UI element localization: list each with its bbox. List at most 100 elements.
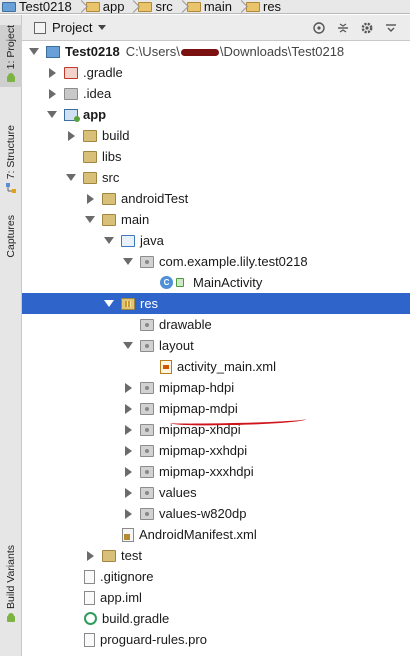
chevron-down-icon[interactable] — [46, 109, 58, 121]
tab-structure[interactable]: 7: Structure — [0, 125, 22, 195]
tree-row[interactable]: proguard-rules.pro — [22, 629, 410, 650]
chevron-right-icon[interactable] — [122, 466, 134, 478]
folder-icon — [140, 507, 154, 520]
folder-icon — [64, 87, 78, 100]
chevron-right-icon[interactable] — [122, 487, 134, 499]
tree-label: Test0218 — [65, 44, 120, 59]
scroll-from-source-button[interactable] — [310, 19, 328, 37]
chevron-right-icon[interactable] — [46, 67, 58, 79]
chevron-right-icon[interactable] — [84, 193, 96, 205]
redaction-mark — [180, 49, 219, 57]
tree-row[interactable]: AndroidManifest.xml — [22, 524, 410, 545]
project-folder-icon — [2, 1, 16, 12]
chevron-right-icon — [76, 0, 84, 13]
project-view-icon — [34, 21, 46, 34]
chevron-right-icon[interactable] — [122, 403, 134, 415]
project-tree: Test0218 C:\Users\ \Downloads\Test0218 .g… — [22, 41, 410, 656]
tree-row[interactable]: com.example.lily.test0218 — [22, 251, 410, 272]
chevron-right-icon[interactable] — [122, 382, 134, 394]
chevron-down-icon[interactable] — [122, 256, 134, 268]
tree-row[interactable]: app — [22, 104, 410, 125]
hide-button[interactable] — [382, 19, 400, 37]
chevron-down-icon[interactable] — [122, 340, 134, 352]
breadcrumb-item-app[interactable]: app — [84, 0, 129, 13]
source-folder-icon — [121, 234, 135, 247]
tab-captures[interactable]: Captures — [0, 215, 22, 285]
folder-icon — [102, 213, 116, 226]
tree-row[interactable]: mipmap-mdpi — [22, 398, 410, 419]
tree-row[interactable]: .gitignore — [22, 566, 410, 587]
view-selector[interactable]: Project — [30, 18, 110, 38]
tree-row[interactable]: src — [22, 167, 410, 188]
tab-build-variants[interactable]: Build Variants — [0, 545, 22, 641]
android-icon — [7, 73, 15, 83]
tab-project[interactable]: 1: Project — [0, 25, 22, 87]
folder-icon — [140, 381, 154, 394]
folder-icon — [83, 171, 97, 184]
tree-row-root[interactable]: Test0218 C:\Users\ \Downloads\Test0218 — [22, 41, 410, 62]
tree-row[interactable]: layout — [22, 335, 410, 356]
resource-folder-icon — [121, 297, 135, 310]
chevron-right-icon[interactable] — [46, 88, 58, 100]
tree-row[interactable]: app.iml — [22, 587, 410, 608]
tree-label: libs — [102, 149, 122, 164]
chevron-down-icon[interactable] — [84, 214, 96, 226]
tree-label: .gradle — [83, 65, 123, 80]
chevron-right-icon[interactable] — [122, 424, 134, 436]
breadcrumb-item-main[interactable]: main — [185, 0, 236, 13]
breadcrumb: Test0218 app src main res — [0, 0, 410, 14]
tab-captures-label: Captures — [5, 215, 17, 258]
tree-row[interactable]: build.gradle — [22, 608, 410, 629]
folder-icon — [186, 1, 201, 12]
tree-row[interactable]: drawable — [22, 314, 410, 335]
breadcrumb-item-project[interactable]: Test0218 — [0, 0, 76, 13]
xml-file-icon — [160, 359, 172, 374]
tree-label: main — [121, 212, 150, 227]
app-module-icon — [64, 108, 80, 122]
breadcrumb-item-src[interactable]: src — [136, 0, 176, 13]
tree-row[interactable]: androidTest — [22, 188, 410, 209]
tree-label: build — [102, 128, 130, 143]
folder-icon — [83, 129, 97, 142]
tree-label: .idea — [83, 86, 112, 101]
tree-row[interactable]: .gradle — [22, 62, 410, 83]
tree-row[interactable]: mipmap-hdpi — [22, 377, 410, 398]
tree-row[interactable]: libs — [22, 146, 410, 167]
chevron-right-icon — [177, 0, 185, 13]
breadcrumb-item-res[interactable]: res — [244, 0, 285, 13]
tree-label: mipmap-hdpi — [159, 380, 235, 395]
tree-row[interactable]: build — [22, 125, 410, 146]
tree-row[interactable]: java — [22, 230, 410, 251]
tree-row[interactable]: C MainActivity — [22, 272, 410, 293]
root-path-suffix: \Downloads\Test0218 — [219, 44, 345, 59]
tree-row-selected[interactable]: res — [22, 293, 410, 314]
tree-row[interactable]: values — [22, 482, 410, 503]
chevron-down-icon[interactable] — [103, 298, 115, 310]
tree-row[interactable]: activity_main.xml — [22, 356, 410, 377]
folder-icon — [140, 423, 154, 436]
settings-button[interactable] — [358, 19, 376, 37]
chevron-right-icon[interactable] — [65, 130, 77, 142]
tree-row[interactable]: mipmap-xxhdpi — [22, 440, 410, 461]
tree-row[interactable]: main — [22, 209, 410, 230]
tree-row[interactable]: test — [22, 545, 410, 566]
lock-icon — [176, 278, 184, 287]
tree-row[interactable]: .idea — [22, 83, 410, 104]
chevron-down-icon[interactable] — [103, 235, 115, 247]
chevron-down-icon[interactable] — [65, 172, 77, 184]
chevron-right-icon[interactable] — [122, 508, 134, 520]
view-selector-label: Project — [52, 20, 93, 35]
tree-row[interactable]: mipmap-xxxhdpi — [22, 461, 410, 482]
tree-label: java — [140, 233, 164, 248]
tree-label: app — [83, 107, 107, 122]
tree-label: build.gradle — [102, 611, 170, 626]
tree-row[interactable]: values-w820dp — [22, 503, 410, 524]
chevron-down-icon[interactable] — [28, 46, 40, 58]
tree-label: test — [121, 548, 142, 563]
tree-label: .gitignore — [100, 569, 154, 584]
tree-label: res — [140, 296, 159, 311]
chevron-right-icon[interactable] — [122, 445, 134, 457]
collapse-all-button[interactable] — [334, 19, 352, 37]
class-icon: C — [160, 276, 173, 289]
chevron-right-icon[interactable] — [84, 550, 96, 562]
